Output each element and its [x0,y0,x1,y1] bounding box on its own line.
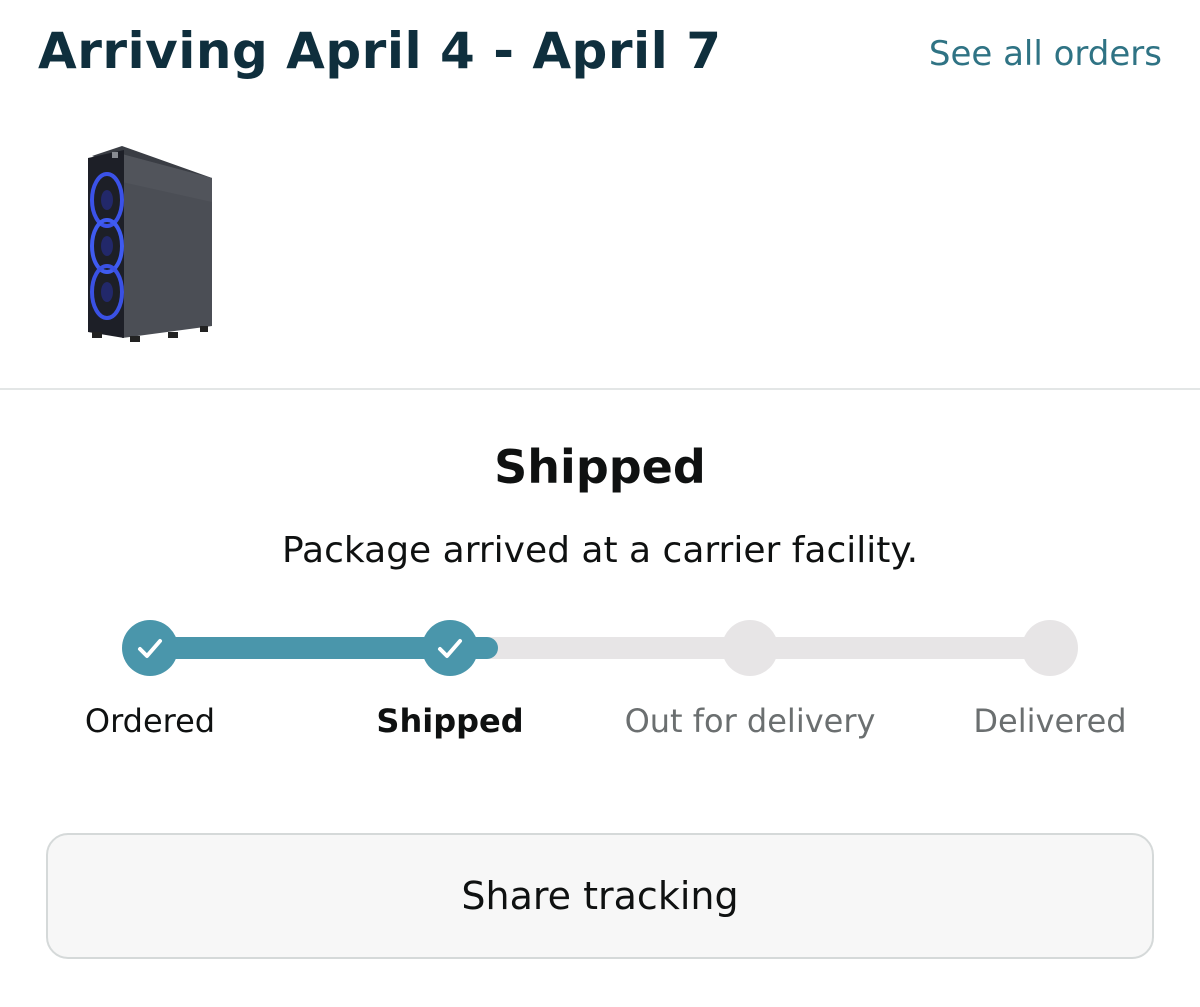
step-ordered-dot [122,620,178,676]
order-header: Arriving April 4 - April 7 See all order… [0,0,1200,390]
pc-tower-image [88,146,212,342]
step-delivered-dot [1022,620,1078,676]
arrival-title: Arriving April 4 - April 7 [38,22,722,80]
shipment-status-title: Shipped [494,440,706,494]
section-divider [0,388,1200,390]
step-shipped-dot [422,620,478,676]
product-image[interactable] [82,142,218,348]
step-out-for-delivery-dot [722,620,778,676]
shipment-status-detail: Package arrived at a carrier facility. [281,530,919,571]
step-label-out-for-delivery: Out for delivery [624,702,876,740]
progress-tracker: Ordered Shipped Out for delivery Deliver… [0,600,1200,760]
step-label-shipped: Shipped [376,702,524,740]
checkmark-icon [138,639,162,658]
step-label-ordered: Ordered [84,702,216,740]
checkmark-icon [438,639,462,658]
share-tracking-button[interactable]: Share tracking [46,833,1154,959]
see-all-orders-link[interactable]: See all orders [929,34,1162,74]
step-label-delivered: Delivered [973,702,1127,740]
